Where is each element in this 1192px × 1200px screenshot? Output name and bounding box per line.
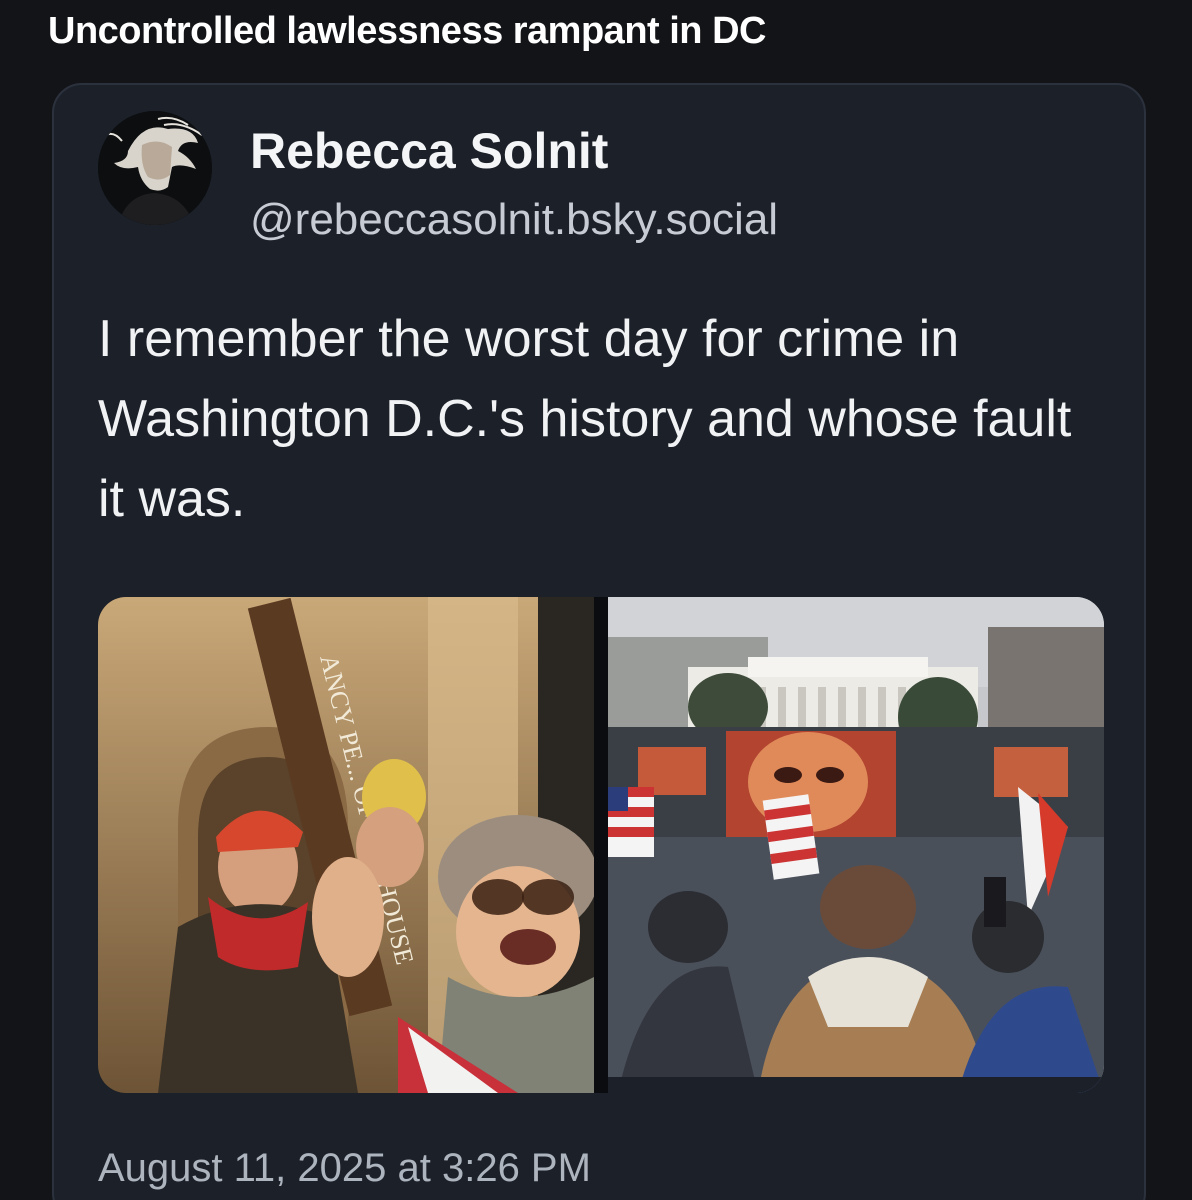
- avatar-image: [98, 111, 212, 225]
- author-name[interactable]: Rebecca Solnit: [250, 121, 608, 181]
- media-grid[interactable]: ANCY PE... OF THE HOUSE: [98, 597, 1104, 1093]
- photo-capitol-interior[interactable]: ANCY PE... OF THE HOUSE: [98, 597, 594, 1093]
- page-title: Uncontrolled lawlessness rampant in DC: [48, 10, 766, 52]
- author-handle[interactable]: @rebeccasolnit.bsky.social: [250, 193, 778, 247]
- photo-ellipse-rally[interactable]: [608, 597, 1104, 1093]
- post-card[interactable]: Rebecca Solnit @rebeccasolnit.bsky.socia…: [52, 83, 1146, 1200]
- avatar[interactable]: [98, 111, 212, 225]
- rally-image: [608, 597, 1104, 1093]
- post-timestamp[interactable]: August 11, 2025 at 3:26 PM: [98, 1143, 591, 1193]
- capitol-interior-image: ANCY PE... OF THE HOUSE: [98, 597, 594, 1093]
- post-text: I remember the worst day for crime in Wa…: [98, 310, 1072, 528]
